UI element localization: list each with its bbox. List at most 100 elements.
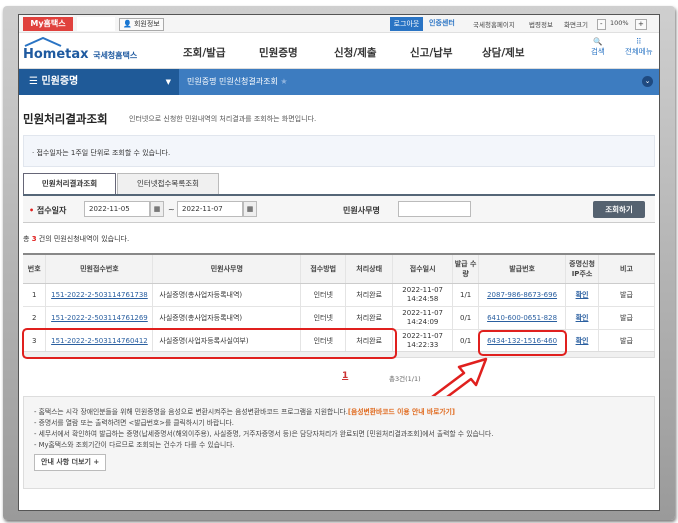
screen-size-label: 화면크기 xyxy=(564,21,588,29)
all-menu-button[interactable]: ⠿ 전체메뉴 xyxy=(625,37,653,57)
count-number: 3 xyxy=(31,235,37,243)
breadcrumb: 민원증명 민원신청결과조회 ★ xyxy=(187,69,288,95)
law-info-link[interactable]: 법령정보 xyxy=(529,19,553,29)
count-post: 건의 민원신청내역이 있습니다. xyxy=(38,235,130,243)
roof-icon xyxy=(24,36,62,47)
top-bar: My홈택스 👤 회원정보 로그아웃 인증센터 국세청홈페이지 법령정보 화면크기… xyxy=(19,15,659,33)
search-button[interactable]: 🔍 검색 xyxy=(591,37,605,57)
notice-box: - 홈택스는 시각 장애인분들을 위해 민원증명을 음성으로 변환시켜주는 음성… xyxy=(23,396,655,489)
date-label-text: 접수일자 xyxy=(36,206,67,215)
highlight-row-3 xyxy=(22,328,397,359)
query-button[interactable]: 조회하기 xyxy=(593,201,645,218)
page-description: 인터넷으로 신청한 민원내역의 처리결과를 조회하는 화면입니다. xyxy=(129,115,317,123)
zoom-in-button[interactable]: + xyxy=(635,19,647,30)
hometax-logo[interactable]: Hometax 국세청홈택스 xyxy=(23,36,138,62)
search-label: 검색 xyxy=(591,47,605,56)
zoom-out-button[interactable]: - xyxy=(597,19,606,30)
menu-consult[interactable]: 상담/제보 xyxy=(482,45,524,60)
date-to-input[interactable]: 2022-11-07 xyxy=(177,201,243,217)
section-dropdown[interactable]: ☰ 민원증명 ▼ xyxy=(19,69,179,95)
row-note: 발급 xyxy=(598,306,655,330)
col-method: 접수방법 xyxy=(300,253,347,284)
menu-inquiry[interactable]: 조회/발급 xyxy=(183,45,225,60)
issue-number-link[interactable]: 2087-986-8673-696 xyxy=(487,291,557,299)
col-status: 처리상태 xyxy=(345,253,394,284)
logout-button[interactable]: 로그아웃 xyxy=(390,17,423,31)
row-status: 처리완료 xyxy=(345,283,394,307)
my-hometax-button[interactable]: My홈택스 xyxy=(23,17,73,31)
info-box: · 접수일자는 1주일 단위로 조회할 수 있습니다. xyxy=(23,135,655,167)
col-date: 접수일시 xyxy=(392,253,454,284)
col-qty: 발급 수량 xyxy=(452,253,480,284)
calendar-icon[interactable]: ▦ xyxy=(243,201,257,217)
nav-bar: ☰ 민원증명 ▼ 민원증명 민원신청결과조회 ★ ⌄ xyxy=(19,69,659,95)
office-label: 민원사무명 xyxy=(343,206,380,215)
tab-internet-list[interactable]: 인터넷접수목록조회 xyxy=(117,173,219,194)
logo-name: 국세청홈택스 xyxy=(93,51,138,60)
col-name: 민원사무명 xyxy=(152,253,302,284)
search-icon: 🔍 xyxy=(593,37,603,46)
receipt-number-link[interactable]: 151-2022-2-503114761738 xyxy=(51,291,148,299)
member-info-label: 회원정보 xyxy=(133,20,160,28)
row-date: 2022-11-07 xyxy=(402,285,443,294)
col-no: 번호 xyxy=(23,253,47,284)
row-method: 인터넷 xyxy=(300,306,347,330)
section-label: 민원증명 xyxy=(41,76,79,87)
row-qty: 1/1 xyxy=(452,283,480,307)
member-info-button[interactable]: 👤 회원정보 xyxy=(119,18,164,31)
ip-check-link[interactable]: 확인 xyxy=(576,291,589,299)
row-qty: 0/1 xyxy=(452,306,480,330)
voice-barcode-link[interactable]: [음성변환바코드 이용 안내 바로가기] xyxy=(348,408,455,416)
grid-icon: ⠿ xyxy=(636,37,642,46)
page-title: 민원처리결과조회 xyxy=(23,112,108,126)
row-no: 2 xyxy=(23,306,47,330)
row-note: 발급 xyxy=(598,283,655,307)
expand-icon[interactable]: ⌄ xyxy=(642,76,653,87)
menu-certificate[interactable]: 민원증명 xyxy=(259,45,298,60)
row-name: 사실증명(총사업자등록내역) xyxy=(152,283,302,307)
notice-line-2: - 증명서를 열람 또는 출력하려면 <발급번호>를 클릭하시기 바랍니다. xyxy=(34,419,234,427)
table-row: 2 151-2022-2-503114761269 사실증명(총사업자등록내역)… xyxy=(23,306,655,330)
tab-result[interactable]: 민원처리결과조회 xyxy=(23,173,116,194)
result-count: 총 3 건의 민원신청내역이 있습니다. xyxy=(23,234,129,244)
ip-check-link[interactable]: 확인 xyxy=(576,314,589,322)
col-note: 비고 xyxy=(598,253,655,284)
col-ip: 증명신청 IP주소 xyxy=(565,253,599,284)
breadcrumb-text: 민원증명 민원신청결과조회 xyxy=(187,77,278,86)
menu-application[interactable]: 신청/제출 xyxy=(334,45,376,60)
chevron-down-icon: ▼ xyxy=(165,78,171,86)
table-header: 번호 민원접수번호 민원사무명 접수방법 처리상태 접수일시 발급 수량 발급번… xyxy=(23,253,655,284)
row-time: 14:24:09 xyxy=(406,317,439,326)
row-date: 2022-11-07 xyxy=(402,331,443,340)
user-name-field xyxy=(77,17,115,31)
office-input[interactable] xyxy=(398,201,471,217)
all-menu-label: 전체메뉴 xyxy=(625,47,653,56)
row-method: 인터넷 xyxy=(300,283,347,307)
notice-line-1: - 홈택스는 시각 장애인분들을 위해 민원증명을 음성으로 변환시켜주는 음성… xyxy=(34,408,348,416)
page-total: 총3건(1/1) xyxy=(389,375,421,383)
receipt-number-link[interactable]: 151-2022-2-503114761269 xyxy=(51,314,148,322)
issue-number-link[interactable]: 6410-600-0651-828 xyxy=(487,314,557,322)
logo-brand: Hometax xyxy=(23,47,89,62)
nts-homepage-link[interactable]: 국세청홈페이지 xyxy=(473,19,515,29)
page: My홈택스 👤 회원정보 로그아웃 인증센터 국세청홈페이지 법령정보 화면크기… xyxy=(18,14,660,511)
row-time: 14:24:58 xyxy=(406,294,439,303)
more-notice-button[interactable]: 안내 사항 더보기 + xyxy=(34,454,107,471)
row-name: 사실증명(총사업자등록내역) xyxy=(152,306,302,330)
search-panel: • 접수일자 2022-11-05 ▦ ~ 2022-11-07 ▦ 민원사무명… xyxy=(23,194,655,223)
table-row: 1 151-2022-2-503114761738 사실증명(총사업자등록내역)… xyxy=(23,283,655,307)
page-1[interactable]: 1 xyxy=(342,371,348,381)
ip-check-link[interactable]: 확인 xyxy=(576,337,589,345)
row-no: 1 xyxy=(23,283,47,307)
row-note: 발급 xyxy=(598,329,655,353)
cert-center-link[interactable]: 인증센터 xyxy=(429,18,455,28)
zoom-level: 100% xyxy=(610,19,629,27)
calendar-icon[interactable]: ▦ xyxy=(150,201,164,217)
tilde: ~ xyxy=(168,205,175,214)
notice-line-3: - 세무서에서 확인하여 발급하는 증명(납세증명서(해외이주용), 사실증명,… xyxy=(34,430,494,438)
date-label: • 접수일자 xyxy=(29,206,67,215)
star-icon[interactable]: ★ xyxy=(280,77,287,86)
menu-filing[interactable]: 신고/납부 xyxy=(410,45,452,60)
col-issue: 발급번호 xyxy=(478,253,567,284)
date-from-input[interactable]: 2022-11-05 xyxy=(84,201,150,217)
